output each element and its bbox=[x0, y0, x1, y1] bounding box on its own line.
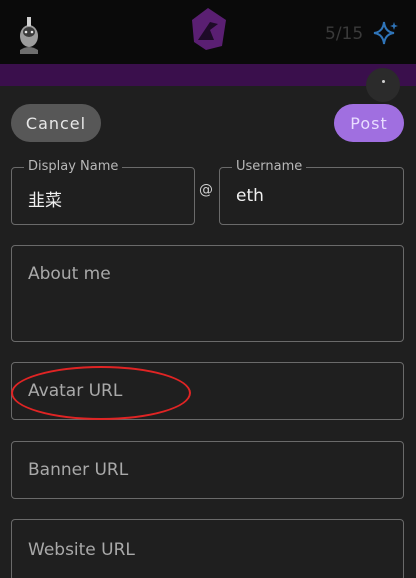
website-url-field[interactable]: Website URL bbox=[11, 519, 404, 578]
post-button[interactable]: Post bbox=[334, 104, 404, 142]
app-logo-icon[interactable] bbox=[188, 6, 228, 52]
edit-profile-screen: 5/15 Cancel Post Display Name 韭菜 @ Usern… bbox=[0, 0, 416, 578]
at-symbol: @ bbox=[199, 182, 213, 198]
display-name-value: 韭菜 bbox=[28, 191, 62, 211]
website-url-placeholder: Website URL bbox=[28, 540, 135, 560]
username-label: Username bbox=[232, 159, 307, 175]
cancel-button[interactable]: Cancel bbox=[11, 104, 101, 142]
about-me-placeholder: About me bbox=[28, 264, 111, 284]
banner-url-field[interactable]: Banner URL bbox=[11, 441, 404, 499]
display-name-label: Display Name bbox=[24, 159, 123, 175]
username-field[interactable]: Username eth bbox=[219, 159, 404, 225]
sparkle-icon[interactable] bbox=[370, 18, 400, 48]
avatar-url-placeholder: Avatar URL bbox=[28, 381, 123, 401]
user-avatar-icon[interactable] bbox=[14, 14, 44, 54]
display-name-field[interactable]: Display Name 韭菜 bbox=[11, 159, 195, 225]
avatar-url-field[interactable]: Avatar URL bbox=[11, 362, 404, 420]
more-options-icon[interactable] bbox=[366, 68, 400, 102]
accent-strip bbox=[0, 64, 416, 86]
username-value: eth bbox=[236, 186, 264, 206]
banner-url-placeholder: Banner URL bbox=[28, 460, 129, 480]
top-bar: 5/15 bbox=[0, 0, 416, 64]
character-counter: 5/15 bbox=[325, 24, 364, 44]
about-me-field[interactable]: About me bbox=[11, 245, 404, 342]
